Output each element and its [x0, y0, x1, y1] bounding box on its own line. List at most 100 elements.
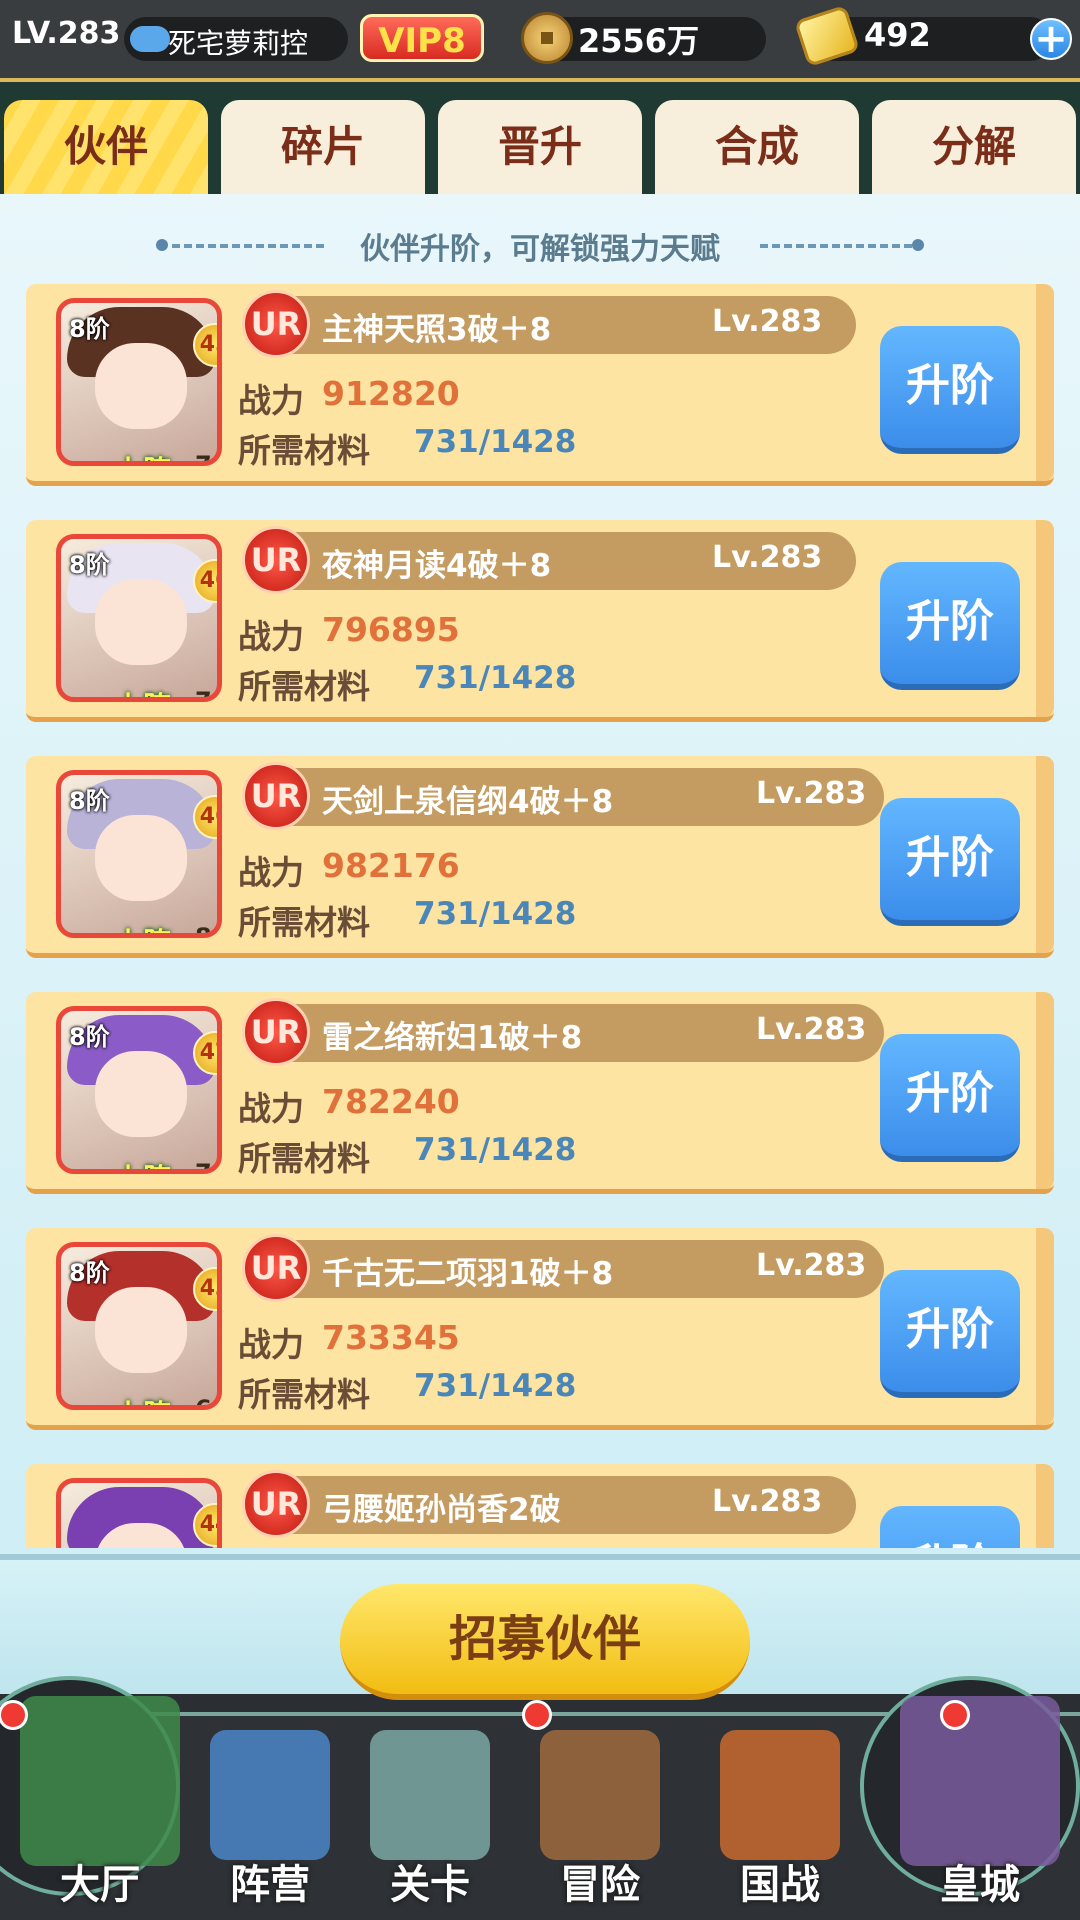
- partner-portrait[interactable]: 8阶 46 上阵 8★: [56, 770, 222, 938]
- player-name-box[interactable]: 死宅萝莉控: [124, 17, 348, 61]
- nav-label: 关卡: [390, 1862, 470, 1908]
- star-number: 7: [195, 451, 212, 466]
- ship-icon: [540, 1730, 660, 1860]
- partner-card[interactable]: 8阶 43 上阵 6★ UR 千古无二项羽1破＋8 Lv.283 战力 7333…: [26, 1228, 1054, 1430]
- portrait-face: [95, 343, 187, 429]
- partner-card[interactable]: 8阶 46 上阵 8★ UR 天剑上泉信纲4破＋8 Lv.283 战力 9821…: [26, 756, 1054, 958]
- ur-rarity-badge: UR: [242, 1470, 310, 1538]
- power-label: 战力: [238, 853, 304, 892]
- materials-label: 所需材料: [238, 903, 370, 942]
- materials-label: 所需材料: [238, 431, 370, 470]
- star-count: 7★: [195, 687, 217, 702]
- upgrade-button[interactable]: 升阶: [880, 562, 1020, 690]
- star-count: 8★: [195, 923, 217, 938]
- nav-item[interactable]: 冒险: [520, 1700, 680, 1920]
- materials-value: 731/1428: [414, 896, 577, 932]
- partner-portrait[interactable]: 8阶 46 上阵 7★: [56, 534, 222, 702]
- tab-synthesize[interactable]: 合成: [655, 100, 859, 194]
- power-value: 733345: [322, 1318, 460, 1357]
- swords-icon: [370, 1730, 490, 1860]
- star-icon: ★: [212, 687, 217, 697]
- partner-portrait[interactable]: 8阶 43 上阵 6★: [56, 1242, 222, 1410]
- partner-card[interactable]: 8阶 46 上阵 7★ UR 夜神月读4破＋8 Lv.283 战力 796895…: [26, 520, 1054, 722]
- tab-decompose[interactable]: 分解: [872, 100, 1076, 194]
- star-icon: ★: [212, 923, 217, 933]
- portrait-face: [95, 815, 187, 901]
- upgrade-button[interactable]: 升阶: [880, 326, 1020, 454]
- partner-name: 雷之络新妇1破＋8: [322, 1020, 583, 1056]
- materials-label: 所需材料: [238, 667, 370, 706]
- bottom-nav: 大厅 阵营 关卡 冒险 国战 皇城: [0, 1676, 1080, 1920]
- materials-label: 所需材料: [238, 1375, 370, 1414]
- portrait-face: [95, 1287, 187, 1373]
- player-level: LV.283: [12, 16, 121, 51]
- top-status-bar: LV.283 死宅萝莉控 VIP8 2556万 492 +: [0, 0, 1080, 78]
- nav-item[interactable]: 大厅: [0, 1676, 200, 1920]
- star-count: 7★: [195, 1159, 217, 1174]
- tab-promote[interactable]: 晋升: [438, 100, 642, 194]
- star-count: 6★: [195, 1395, 217, 1410]
- upgrade-button[interactable]: 升阶: [880, 1506, 1020, 1548]
- recruit-partner-button[interactable]: 招募伙伴: [340, 1584, 750, 1700]
- avatar-pill-icon: [130, 26, 170, 52]
- tab-strip: 伙伴 碎片 晋升 合成 分解: [0, 78, 1080, 194]
- power-value: 912820: [322, 374, 460, 413]
- star-number: 7: [195, 1159, 212, 1174]
- partner-level: Lv.283: [712, 540, 823, 575]
- upgrade-button[interactable]: 升阶: [880, 1034, 1020, 1162]
- partner-rank: 8阶: [69, 787, 110, 815]
- gold-amount: 492: [864, 16, 931, 54]
- nav-item[interactable]: 国战: [700, 1716, 860, 1920]
- nav-label: 皇城: [940, 1862, 1020, 1908]
- partner-card[interactable]: 8阶 45 上阵 7★ UR 主神天照3破＋8 Lv.283 战力 912820…: [26, 284, 1054, 486]
- materials-label: 所需材料: [238, 1139, 370, 1178]
- castle-icon: [20, 1696, 180, 1866]
- materials-value: 731/1428: [414, 1368, 577, 1404]
- star-number: 7: [195, 687, 212, 702]
- star-icon: ★: [212, 1159, 217, 1169]
- notification-dot-icon: [940, 1700, 970, 1730]
- nav-label: 大厅: [60, 1862, 140, 1908]
- partner-rank: 8阶: [69, 1023, 110, 1051]
- nav-item[interactable]: 阵营: [190, 1716, 350, 1920]
- recruit-area: 招募伙伴: [0, 1554, 1080, 1700]
- vip-badge[interactable]: VIP8: [360, 14, 484, 62]
- star-number: 6: [195, 1395, 212, 1410]
- coin-amount: 2556万: [578, 22, 700, 60]
- star-number: 8: [195, 923, 212, 938]
- nav-item[interactable]: 皇城: [860, 1676, 1080, 1920]
- on-team-label: 上阵: [115, 921, 171, 933]
- partner-portrait[interactable]: 8阶 47 上阵 7★: [56, 1006, 222, 1174]
- flags-icon: [720, 1730, 840, 1860]
- partner-name: 天剑上泉信纲4破＋8: [322, 784, 614, 820]
- materials-value: 731/1428: [414, 660, 577, 696]
- partner-level: Lv.283: [712, 1484, 823, 1519]
- power-label: 战力: [238, 617, 304, 656]
- tab-partners[interactable]: 伙伴: [4, 100, 208, 194]
- power-value: 782240: [322, 1082, 460, 1121]
- partner-card[interactable]: 8阶 47 上阵 7★ UR 雷之络新妇1破＋8 Lv.283 战力 78224…: [26, 992, 1054, 1194]
- upgrade-button[interactable]: 升阶: [880, 798, 1020, 926]
- on-team-label: 上阵: [115, 1157, 171, 1169]
- partner-rank: 8阶: [69, 551, 110, 579]
- tab-fragments[interactable]: 碎片: [221, 100, 425, 194]
- nav-item[interactable]: 关卡: [350, 1716, 510, 1920]
- power-value: 982176: [322, 846, 460, 885]
- star-icon: ★: [212, 451, 217, 461]
- add-gold-button[interactable]: +: [1030, 18, 1072, 60]
- upgrade-button[interactable]: 升阶: [880, 1270, 1020, 1398]
- ur-rarity-badge: UR: [242, 526, 310, 594]
- partner-portrait[interactable]: 8阶 45 上阵 7★: [56, 298, 222, 466]
- partner-name: 夜神月读4破＋8: [322, 548, 552, 584]
- partner-card[interactable]: 44 UR 弓腰姬孙尚香2破 Lv.283 升阶: [26, 1464, 1054, 1548]
- power-label: 战力: [238, 1089, 304, 1128]
- hint-divider-right: [760, 244, 912, 248]
- star-icon: ★: [212, 1395, 217, 1405]
- ur-rarity-badge: UR: [242, 762, 310, 830]
- partner-panel: 伙伴升阶，可解锁强力天赋 8阶 45 上阵 7★ UR 主神天照3破＋8 Lv.…: [0, 194, 1080, 1564]
- ur-rarity-badge: UR: [242, 998, 310, 1066]
- partner-list[interactable]: 8阶 45 上阵 7★ UR 主神天照3破＋8 Lv.283 战力 912820…: [0, 284, 1080, 1548]
- power-label: 战力: [238, 1325, 304, 1364]
- partner-level: Lv.283: [756, 1012, 867, 1047]
- partner-portrait[interactable]: 44: [56, 1478, 222, 1548]
